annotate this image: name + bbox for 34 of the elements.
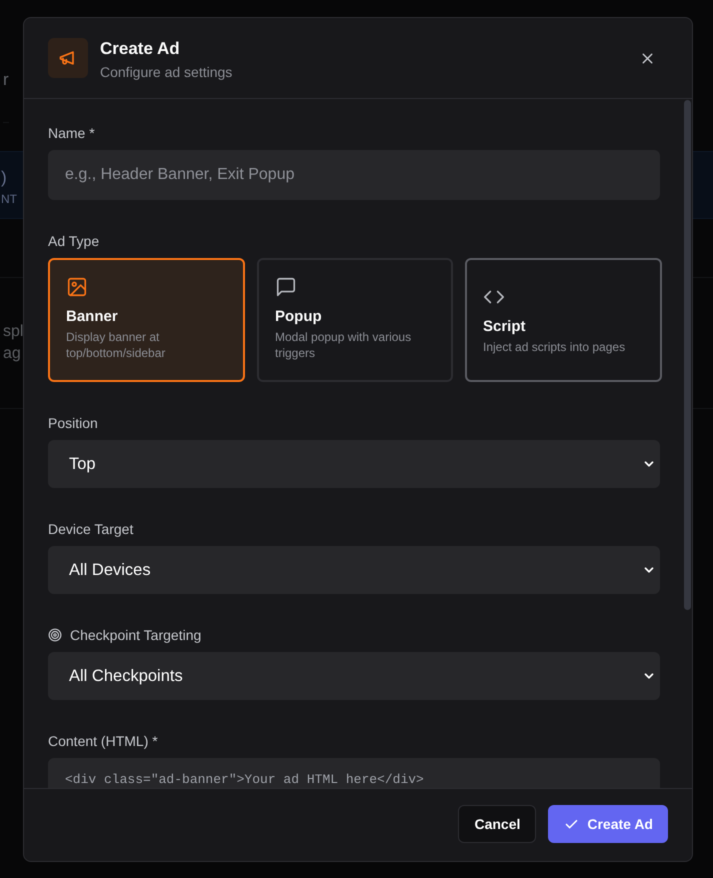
background-text: )	[1, 168, 7, 188]
card-title: Banner	[66, 308, 118, 325]
dialog-title: Create Ad	[100, 39, 181, 59]
card-description: Inject ad scripts into pages	[483, 338, 626, 354]
dropdown[interactable]: Top	[48, 440, 660, 488]
ad-type-card[interactable]: Script Inject ad scripts into pages	[465, 258, 662, 382]
ad-type-card[interactable]: Popup Modal popup with various triggers	[257, 258, 453, 382]
background-text: NT	[1, 192, 17, 206]
card-title: Popup	[275, 308, 322, 325]
dropdown[interactable]: All Checkpoints	[48, 652, 660, 700]
input-field[interactable]: e.g., Header Banner, Exit Popup	[48, 150, 660, 200]
field-label: Ad Type	[48, 233, 100, 249]
field-label: Checkpoint Targeting	[70, 627, 202, 643]
speech-bubble-icon	[275, 276, 297, 298]
card-title: Script	[483, 318, 526, 334]
background-text: spl	[3, 323, 24, 341]
target-icon	[48, 628, 62, 642]
card-description: Display banner at top/bottom/sidebar	[66, 329, 166, 361]
megaphone-icon	[48, 38, 88, 78]
background-text: r	[3, 70, 9, 123]
code-field[interactable]: <div class="ad-banner">Your ad HTML here</div>	[48, 758, 660, 788]
field-label: Position	[48, 415, 98, 431]
field-label: Content (HTML) *	[48, 733, 158, 749]
card-description: Modal popup with various triggers	[275, 329, 412, 361]
field-label: Name *	[48, 125, 95, 141]
field-label: Device Target	[48, 521, 134, 537]
cancel-button[interactable]: Cancel	[458, 805, 536, 843]
scrollbar[interactable]	[684, 100, 691, 610]
image-icon	[66, 276, 88, 298]
dialog-subtitle: Configure ad settings	[100, 64, 234, 80]
ad-type-card[interactable]: Banner Display banner at top/bottom/sidebar	[48, 258, 245, 382]
dropdown[interactable]: All Devices	[48, 546, 660, 594]
background-text: ag	[3, 345, 21, 363]
create-button[interactable]: Create Ad	[548, 805, 668, 843]
